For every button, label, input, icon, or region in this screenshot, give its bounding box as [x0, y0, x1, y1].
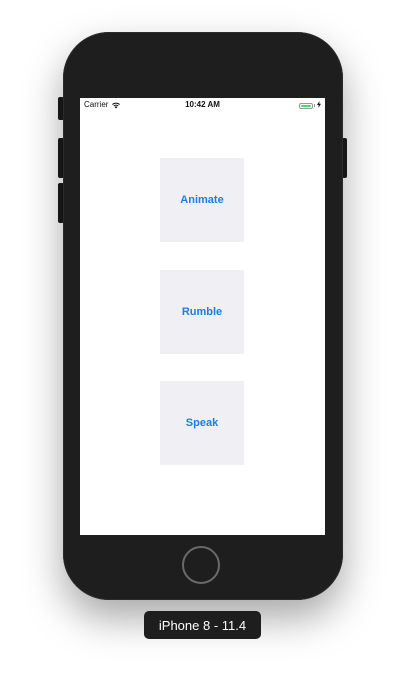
battery-tip — [314, 104, 315, 107]
speak-button[interactable]: Speak — [160, 381, 244, 465]
status-bar: Carrier 10:42 AM — [80, 98, 325, 111]
status-time: 10:42 AM — [185, 100, 220, 109]
simulator-window: Carrier 10:42 AM Animate Rumble Speak iP… — [0, 0, 405, 681]
battery-fill — [301, 104, 311, 107]
animate-button[interactable]: Animate — [160, 158, 244, 242]
bolt-icon — [317, 101, 321, 110]
battery-body — [299, 102, 313, 109]
home-button[interactable] — [182, 546, 220, 584]
device-label: iPhone 8 - 11.4 — [144, 611, 261, 639]
battery-icon — [299, 101, 321, 110]
rumble-button[interactable]: Rumble — [160, 270, 244, 354]
device-screen: Carrier 10:42 AM Animate Rumble Speak — [80, 98, 325, 535]
